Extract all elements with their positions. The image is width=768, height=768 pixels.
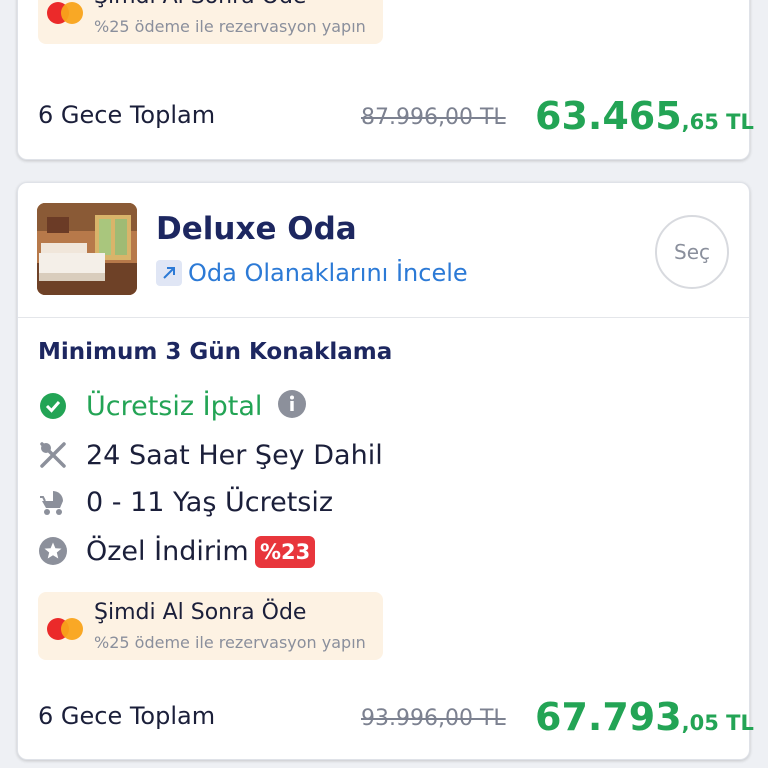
old-price: 87.996,00 TL <box>361 105 506 130</box>
pay-later-subtitle: %25 ödeme ile rezervasyon yapın <box>94 633 366 652</box>
pay-later-banner[interactable]: Şimdi Al Sonra Öde %25 ödeme ile rezerva… <box>38 0 383 44</box>
feature-kids-free-label: 0 - 11 Yaş Ücretsiz <box>86 487 334 518</box>
divider <box>18 317 749 318</box>
room-card-deluxe: Deluxe Oda Oda Olanaklarını İncele Seç M… <box>17 182 754 760</box>
room-title[interactable]: Deluxe Oda <box>156 211 357 247</box>
pay-later-title: Şimdi Al Sonra Öde <box>94 600 307 625</box>
external-link-icon <box>156 260 182 286</box>
total-nights-label: 6 Gece Toplam <box>38 101 216 129</box>
new-price-decimals: ,05 TL <box>681 711 754 735</box>
feature-free-cancel-label: Ücretsiz İptal <box>86 391 263 422</box>
old-price: 93.996,00 TL <box>361 706 506 731</box>
room-photo[interactable] <box>37 203 137 295</box>
new-price: 63.465,65 TL <box>535 94 754 138</box>
star-badge-icon <box>38 536 68 566</box>
new-price-main: 63.465 <box>535 94 682 138</box>
feature-all-inclusive-label: 24 Saat Her Şey Dahil <box>86 440 383 471</box>
info-icon[interactable] <box>277 389 307 419</box>
mastercard-icon <box>47 2 85 24</box>
offer-card: Şimdi Al Sonra Öde %25 ödeme ile rezerva… <box>17 0 754 160</box>
check-circle-icon <box>38 391 68 421</box>
feature-special-discount-label: Özel İndirim <box>86 536 249 567</box>
total-nights-label: 6 Gece Toplam <box>38 702 216 730</box>
mastercard-icon <box>47 618 85 640</box>
new-price: 67.793,05 TL <box>535 695 754 739</box>
pay-later-banner[interactable]: Şimdi Al Sonra Öde %25 ödeme ile rezerva… <box>38 592 383 660</box>
min-stay-label: Minimum 3 Gün Konaklama <box>38 339 393 365</box>
select-room-button[interactable]: Seç <box>655 215 729 289</box>
discount-badge: %23 <box>255 536 316 568</box>
fork-knife-icon <box>38 440 68 470</box>
pay-later-subtitle: %25 ödeme ile rezervasyon yapın <box>94 17 366 36</box>
room-amenities-link-label: Oda Olanaklarını İncele <box>188 259 468 287</box>
new-price-main: 67.793 <box>535 695 682 739</box>
new-price-decimals: ,65 TL <box>681 110 754 134</box>
pay-later-title: Şimdi Al Sonra Öde <box>94 0 306 9</box>
room-amenities-link[interactable]: Oda Olanaklarını İncele <box>156 259 468 289</box>
stroller-icon <box>38 487 68 517</box>
